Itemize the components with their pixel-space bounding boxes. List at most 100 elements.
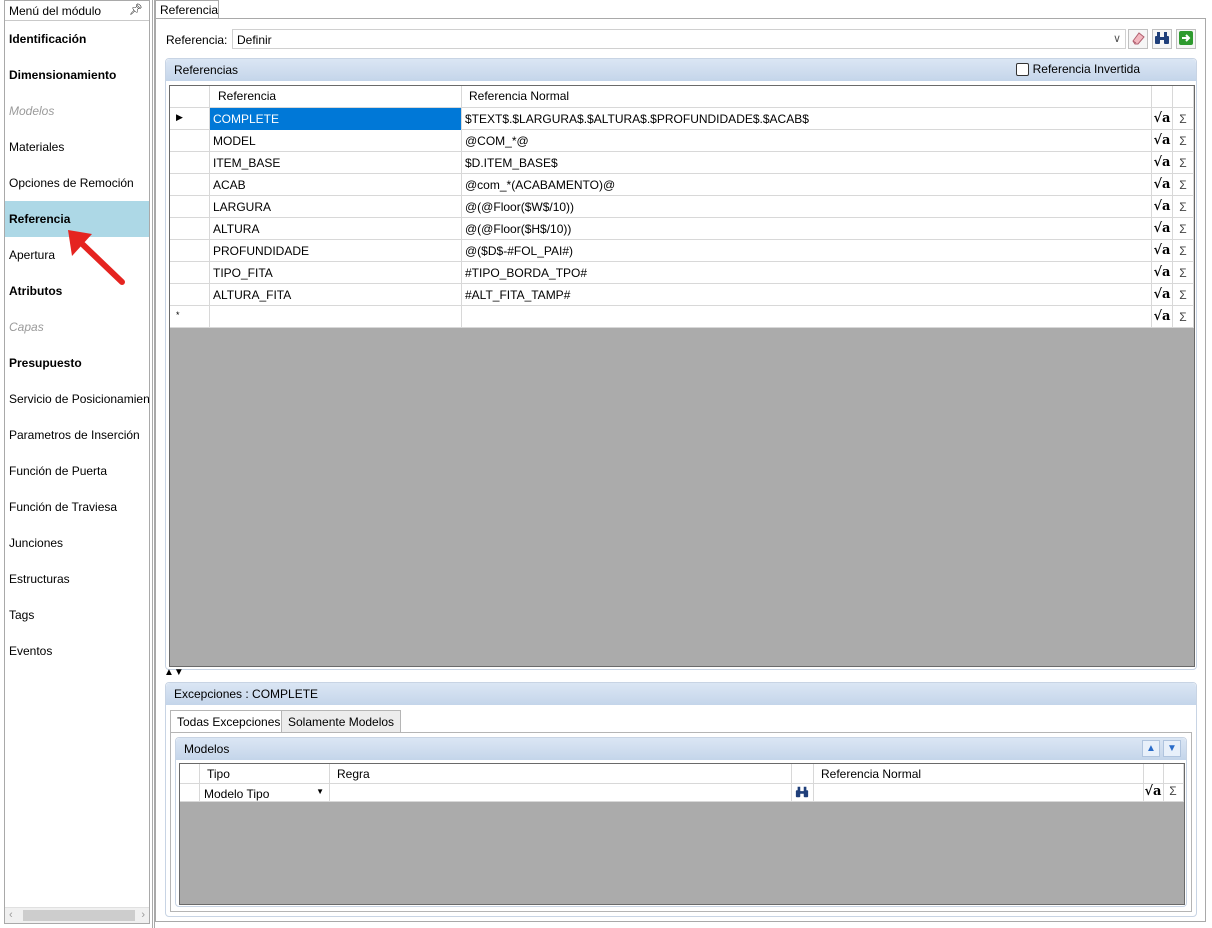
tab-referencia[interactable]: Referencia — [155, 0, 219, 19]
pin-icon[interactable]: 📌︎ — [129, 3, 143, 16]
column-header-referencia-normal[interactable]: Referencia Normal — [814, 764, 1144, 784]
models-grid[interactable]: Tipo Regra Referencia Normal Modelo Tipo… — [179, 763, 1185, 905]
sum-button[interactable]: Σ — [1173, 240, 1194, 262]
scroll-right-icon[interactable]: › — [141, 909, 145, 921]
sidebar-item-parametros-de-insercion[interactable]: Parametros de Inserción — [5, 417, 149, 453]
sidebar-horizontal-scrollbar[interactable]: ‹ › — [5, 907, 149, 923]
reference-cell[interactable]: ACAB — [210, 174, 462, 196]
reference-normal-cell[interactable]: #TIPO_BORDA_TPO# — [462, 262, 1152, 284]
reference-normal-cell[interactable] — [462, 306, 1152, 328]
sidebar-item-funcion-de-traviesa[interactable]: Función de Traviesa — [5, 489, 149, 525]
table-row[interactable]: ACAB @com_*(ACABAMENTO)@ √a Σ — [170, 174, 1194, 196]
sum-button[interactable]: Σ — [1173, 306, 1194, 328]
referencia-normal-cell[interactable] — [814, 784, 1144, 802]
column-header-referencia-normal[interactable]: Referencia Normal — [462, 86, 1152, 108]
column-header-regra[interactable]: Regra — [330, 764, 792, 784]
table-row[interactable]: MODEL @COM_*@ √a Σ — [170, 130, 1194, 152]
reference-cell[interactable]: ALTURA_FITA — [210, 284, 462, 306]
sum-button[interactable]: Σ — [1173, 196, 1194, 218]
new-row[interactable]: * √a Σ — [170, 306, 1194, 328]
formula-button[interactable]: √a — [1152, 218, 1173, 240]
find-button[interactable] — [792, 784, 814, 802]
formula-button[interactable]: √a — [1152, 108, 1173, 130]
chevron-down-icon[interactable]: ∨ — [1113, 32, 1121, 45]
sidebar-item-funcion-de-puerta[interactable]: Función de Puerta — [5, 453, 149, 489]
tab-solamente-modelos[interactable]: Solamente Modelos — [281, 710, 402, 732]
row-header[interactable] — [170, 196, 210, 218]
sidebar-item-estructuras[interactable]: Estructuras — [5, 561, 149, 597]
sum-button[interactable]: Σ — [1164, 784, 1184, 802]
reference-normal-cell[interactable]: @com_*(ACABAMENTO)@ — [462, 174, 1152, 196]
formula-button[interactable]: √a — [1152, 174, 1173, 196]
inverted-reference-toggle[interactable]: Referencia Invertida — [1015, 62, 1140, 76]
table-row[interactable]: Modelo Tipo ▼ √a Σ — [180, 784, 1184, 802]
panel-resize-handle-icon[interactable]: ▲▼ — [164, 667, 184, 678]
formula-button[interactable]: √a — [1152, 196, 1173, 218]
row-header[interactable] — [170, 240, 210, 262]
formula-button[interactable]: √a — [1152, 152, 1173, 174]
reference-cell[interactable]: ITEM_BASE — [210, 152, 462, 174]
sidebar-item-junciones[interactable]: Junciones — [5, 525, 149, 561]
row-header[interactable] — [170, 262, 210, 284]
reference-cell[interactable]: COMPLETE — [210, 108, 462, 130]
reference-normal-cell[interactable]: @(@Floor($W$/10)) — [462, 196, 1152, 218]
column-header-referencia[interactable]: Referencia — [210, 86, 462, 108]
go-button[interactable] — [1176, 29, 1196, 49]
reference-cell[interactable]: MODEL — [210, 130, 462, 152]
reference-cell[interactable]: TIPO_FITA — [210, 262, 462, 284]
reference-normal-cell[interactable]: @($D$-#FOL_PAI#) — [462, 240, 1152, 262]
sidebar-item-tags[interactable]: Tags — [5, 597, 149, 633]
sum-button[interactable]: Σ — [1173, 174, 1194, 196]
row-header[interactable] — [170, 284, 210, 306]
sidebar-item-servicio-de-posicionamiento[interactable]: Servicio de Posicionamiento — [5, 381, 149, 417]
move-down-button[interactable]: ▼ — [1163, 740, 1181, 757]
row-header[interactable]: * — [170, 306, 210, 328]
tipo-dropdown[interactable]: Modelo Tipo ▼ — [200, 784, 330, 802]
row-header[interactable] — [170, 218, 210, 240]
reference-cell[interactable]: LARGURA — [210, 196, 462, 218]
formula-button[interactable]: √a — [1152, 306, 1173, 328]
reference-normal-cell[interactable]: $TEXT$.$LARGURA$.$ALTURA$.$PROFUNDIDADE$… — [462, 108, 1152, 130]
sum-button[interactable]: Σ — [1173, 262, 1194, 284]
sum-button[interactable]: Σ — [1173, 284, 1194, 306]
formula-button[interactable]: √a — [1144, 784, 1164, 802]
sidebar-item-opciones-de-remocion[interactable]: Opciones de Remoción — [5, 165, 149, 201]
dropdown-arrow-icon[interactable]: ▼ — [316, 787, 324, 796]
reference-normal-cell[interactable]: @(@Floor($H$/10)) — [462, 218, 1152, 240]
table-row[interactable]: TIPO_FITA #TIPO_BORDA_TPO# √a Σ — [170, 262, 1194, 284]
reference-normal-cell[interactable]: #ALT_FITA_TAMP# — [462, 284, 1152, 306]
row-header[interactable] — [180, 784, 200, 802]
reference-combo[interactable]: Definir ∨ — [232, 29, 1126, 49]
row-header[interactable]: ▶ — [170, 108, 210, 130]
inverted-reference-checkbox[interactable] — [1015, 62, 1029, 76]
regra-cell[interactable] — [330, 784, 792, 802]
reference-cell[interactable] — [210, 306, 462, 328]
row-header[interactable] — [170, 152, 210, 174]
scroll-left-icon[interactable]: ‹ — [9, 909, 13, 921]
sidebar-item-presupuesto[interactable]: Presupuesto — [5, 345, 149, 381]
find-button[interactable] — [1152, 29, 1172, 49]
table-row[interactable]: ▶ COMPLETE $TEXT$.$LARGURA$.$ALTURA$.$PROF… — [170, 108, 1194, 130]
row-header[interactable] — [170, 130, 210, 152]
formula-button[interactable]: √a — [1152, 130, 1173, 152]
sum-button[interactable]: Σ — [1173, 108, 1194, 130]
move-up-button[interactable]: ▲ — [1142, 740, 1160, 757]
formula-button[interactable]: √a — [1152, 240, 1173, 262]
sum-button[interactable]: Σ — [1173, 218, 1194, 240]
formula-button[interactable]: √a — [1152, 262, 1173, 284]
sidebar-item-eventos[interactable]: Eventos — [5, 633, 149, 669]
reference-cell[interactable]: ALTURA — [210, 218, 462, 240]
reference-normal-cell[interactable]: $D.ITEM_BASE$ — [462, 152, 1152, 174]
sidebar-item-identificacion[interactable]: Identificación — [5, 21, 149, 57]
references-grid[interactable]: Referencia Referencia Normal ▶ COMPLETE $T… — [169, 85, 1195, 667]
table-row[interactable]: PROFUNDIDADE @($D$-#FOL_PAI#) √a Σ — [170, 240, 1194, 262]
column-header-tipo[interactable]: Tipo — [200, 764, 330, 784]
eraser-button[interactable] — [1128, 29, 1148, 49]
table-row[interactable]: ALTURA @(@Floor($H$/10)) √a Σ — [170, 218, 1194, 240]
scroll-thumb[interactable] — [23, 910, 135, 921]
reference-cell[interactable]: PROFUNDIDADE — [210, 240, 462, 262]
reference-normal-cell[interactable]: @COM_*@ — [462, 130, 1152, 152]
tab-todas-excepciones[interactable]: Todas Excepciones — [170, 710, 288, 733]
row-header[interactable] — [170, 174, 210, 196]
sidebar-item-materiales[interactable]: Materiales — [5, 129, 149, 165]
